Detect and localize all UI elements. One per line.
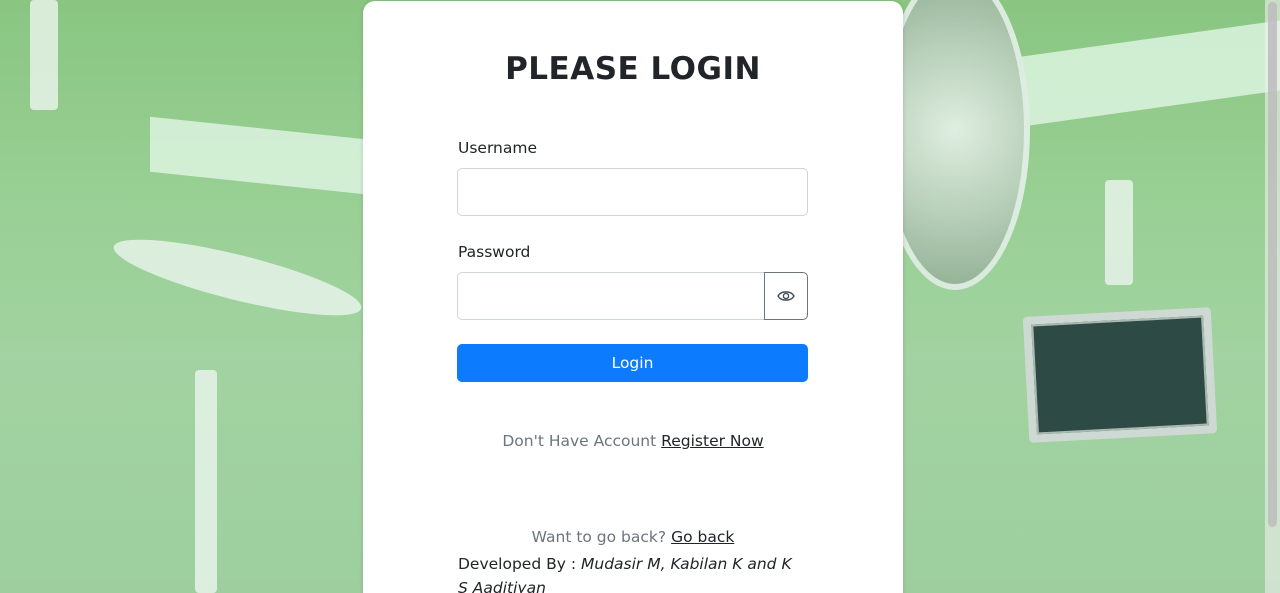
lamp-arm [1105, 180, 1133, 285]
login-card: PLEASE LOGIN Username Password Login Don… [363, 1, 903, 593]
username-label: Username [458, 139, 538, 157]
register-now-link[interactable]: Register Now [661, 432, 764, 450]
ceiling-light-panel [150, 116, 365, 195]
credits-line: Developed By : Mudasir M, Kabilan K and … [458, 552, 798, 593]
username-input[interactable] [457, 168, 808, 216]
monitor-screen [1031, 315, 1209, 435]
patient-monitor [1022, 307, 1218, 443]
exam-lamp [108, 224, 367, 331]
register-prompt-line: Don't Have Account Register Now [363, 432, 903, 450]
eye-icon [777, 291, 795, 301]
password-label: Password [458, 243, 531, 261]
page-scrollbar[interactable] [1265, 0, 1280, 593]
go-back-link[interactable]: Go back [671, 528, 734, 546]
page-title: PLEASE LOGIN [505, 51, 761, 87]
scrollbar-thumb[interactable] [1268, 2, 1277, 527]
go-back-line: Want to go back? Go back [363, 528, 903, 546]
go-back-prompt: Want to go back? [531, 528, 667, 546]
lamp-arm [30, 0, 58, 110]
toggle-password-visibility-button[interactable] [764, 272, 808, 320]
password-input[interactable] [457, 272, 765, 320]
ceiling-light-panel [1000, 20, 1280, 130]
register-prompt: Don't Have Account [502, 432, 657, 450]
credits-label: Developed By : [458, 555, 577, 573]
login-button[interactable]: Login [457, 344, 808, 382]
lamp-pole [195, 370, 217, 593]
